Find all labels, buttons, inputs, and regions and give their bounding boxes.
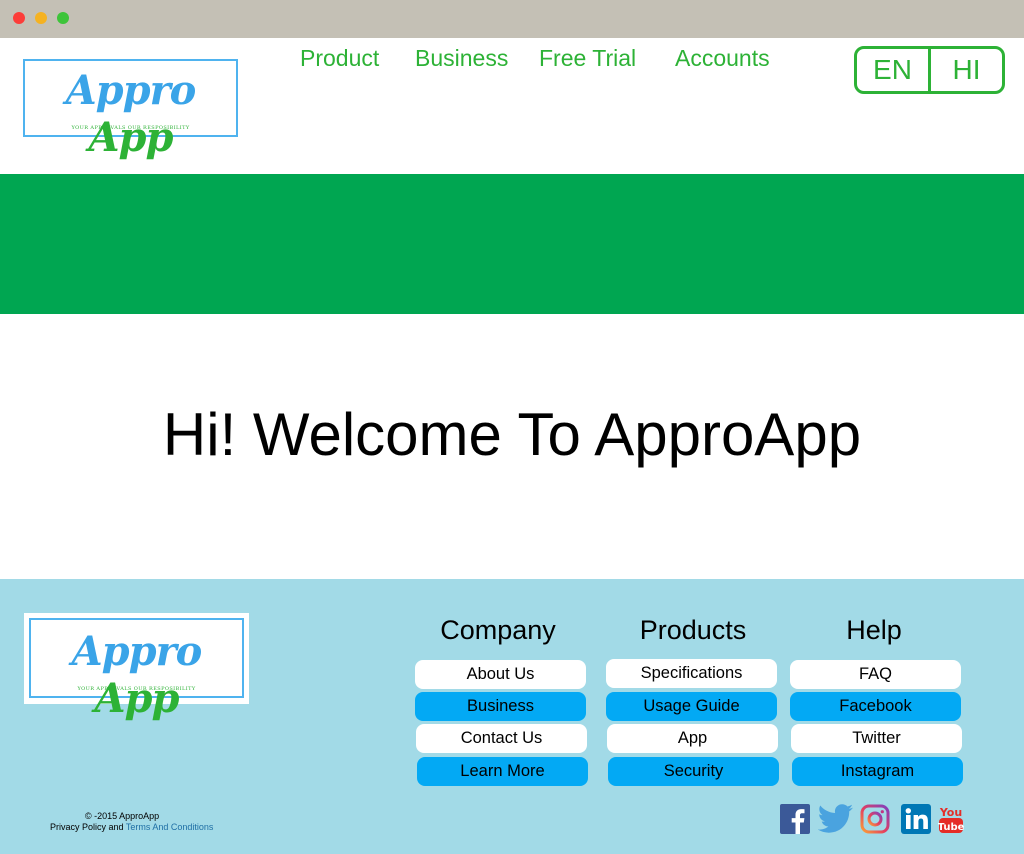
- footer-link-business[interactable]: Business: [415, 692, 586, 721]
- products-column-title: Products: [639, 615, 747, 645]
- svg-text:Tube: Tube: [938, 822, 964, 833]
- hero-banner: [0, 174, 1024, 314]
- company-column-title: Company: [440, 615, 556, 645]
- site-header: Appro App YOUR APPROVALS OUR RESPOSIBILI…: [0, 38, 1024, 174]
- privacy-policy-link[interactable]: Privacy Policy and: [50, 822, 126, 832]
- footer-link-about-us[interactable]: About Us: [415, 660, 586, 689]
- help-column-title: Help: [846, 615, 902, 645]
- close-window-button[interactable]: [13, 12, 25, 24]
- footer-link-specifications[interactable]: Specifications: [606, 659, 777, 688]
- twitter-icon[interactable]: [818, 804, 854, 834]
- nav-accounts[interactable]: Accounts: [675, 45, 770, 72]
- footer-link-instagram[interactable]: Instagram: [792, 757, 963, 786]
- footer-logo-frame: Appro App YOUR APPROVALS OUR RESPOSIBILI…: [29, 618, 244, 722]
- nav-business[interactable]: Business: [415, 45, 508, 72]
- logo-wordmark: Appro App: [65, 67, 197, 161]
- footer-logo-wordmark: Appro App: [71, 628, 203, 722]
- language-en-button[interactable]: EN: [857, 49, 931, 91]
- youtube-icon[interactable]: You Tube: [938, 804, 964, 834]
- language-switcher: EN HI: [854, 46, 1005, 94]
- footer-logo-tagline: YOUR APPROVALS OUR RESPOSIBILITY: [77, 686, 196, 692]
- svg-text:You: You: [939, 806, 962, 819]
- facebook-icon[interactable]: [780, 804, 810, 834]
- terms-link[interactable]: Terms And Conditions: [126, 822, 214, 832]
- footer-link-security[interactable]: Security: [608, 757, 779, 786]
- maximize-window-button[interactable]: [57, 12, 69, 24]
- footer-link-learn-more[interactable]: Learn More: [417, 757, 588, 786]
- linkedin-icon[interactable]: [901, 804, 931, 834]
- header-logo[interactable]: Appro App YOUR APPROVALS OUR RESPOSIBILI…: [23, 59, 238, 161]
- legal-links: Privacy Policy and Terms And Conditions: [50, 822, 213, 833]
- footer-link-faq[interactable]: FAQ: [790, 660, 961, 689]
- logo-tagline: YOUR APPROVALS OUR RESPOSIBILITY: [71, 125, 190, 131]
- copyright-notice: © -2015 ApproApp Privacy Policy and Term…: [50, 811, 213, 833]
- instagram-icon[interactable]: [860, 804, 890, 834]
- nav-product[interactable]: Product: [300, 45, 379, 72]
- footer-link-facebook[interactable]: Facebook: [790, 692, 961, 721]
- copyright-line: © -2015 ApproApp: [85, 811, 160, 821]
- welcome-heading: Hi! Welcome To ApproApp: [162, 401, 862, 468]
- site-footer: Appro App YOUR APPROVALS OUR RESPOSIBILI…: [0, 579, 1024, 854]
- footer-link-twitter[interactable]: Twitter: [791, 724, 962, 753]
- footer-logo[interactable]: Appro App YOUR APPROVALS OUR RESPOSIBILI…: [24, 613, 249, 722]
- minimize-window-button[interactable]: [35, 12, 47, 24]
- nav-free-trial[interactable]: Free Trial: [539, 45, 636, 72]
- language-hi-button[interactable]: HI: [931, 49, 1002, 91]
- footer-link-contact-us[interactable]: Contact Us: [416, 724, 587, 753]
- footer-link-app[interactable]: App: [607, 724, 778, 753]
- footer-link-usage-guide[interactable]: Usage Guide: [606, 692, 777, 721]
- window-titlebar: [0, 0, 1024, 38]
